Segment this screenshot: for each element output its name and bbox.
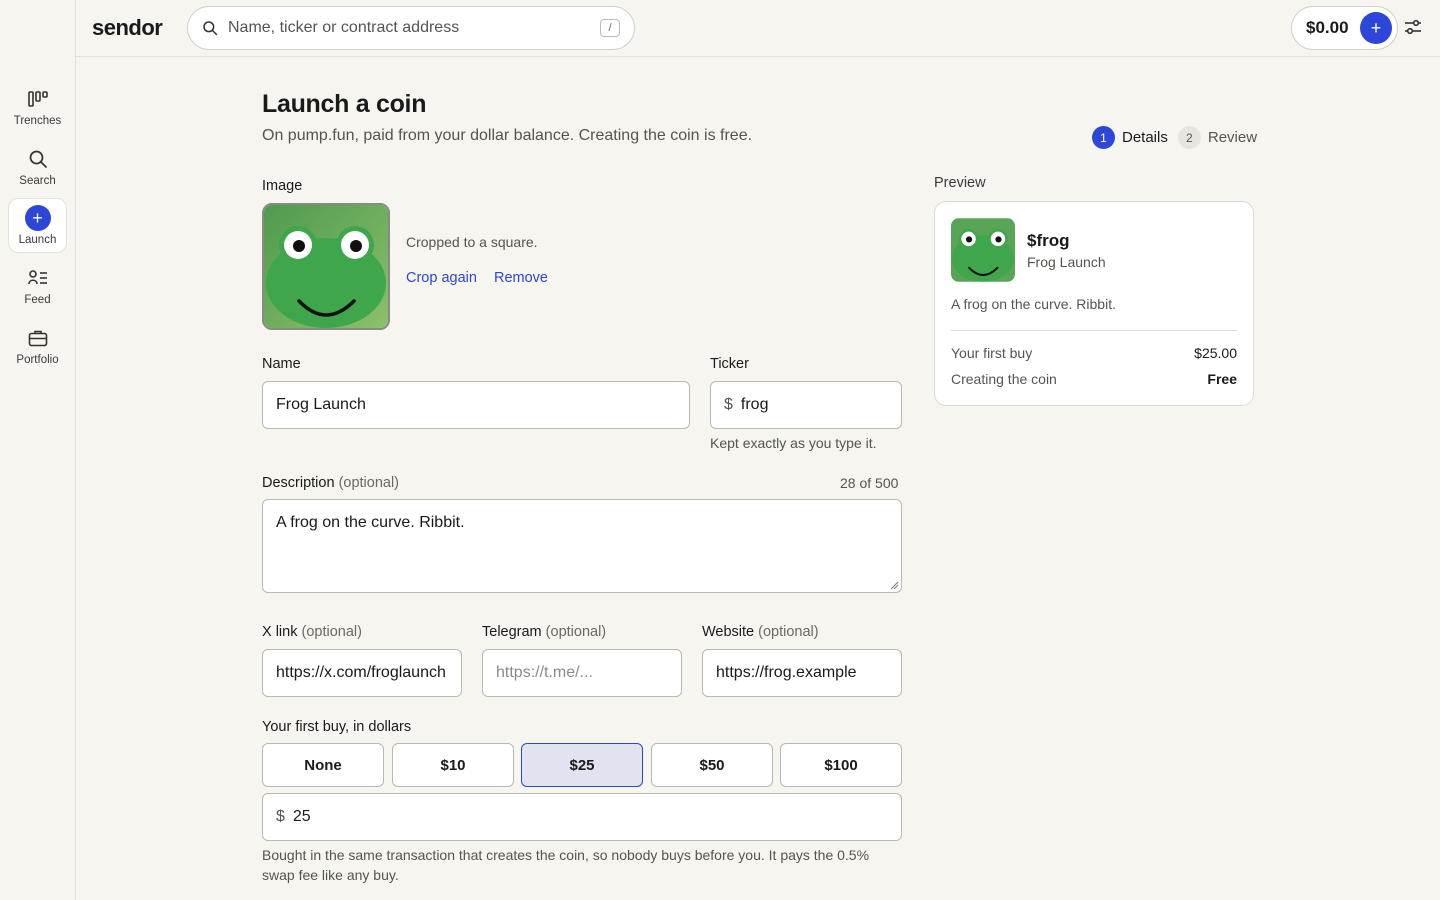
amount-none-button[interactable]: None	[262, 743, 384, 787]
amount-50-button[interactable]: $50	[651, 743, 773, 787]
amount-100-button[interactable]: $100	[780, 743, 902, 787]
amount-prefix: $	[276, 808, 285, 825]
ticker-label: Ticker	[710, 356, 749, 372]
preview-thumbnail	[951, 218, 1015, 282]
optional-tag: (optional)	[758, 624, 819, 640]
settings-sliders-icon[interactable]	[1404, 18, 1424, 38]
ticker-hint: Kept exactly as you type it.	[710, 435, 877, 451]
balance-pill[interactable]: $0.00 +	[1291, 6, 1398, 50]
preview-row-first-buy: Your first buy $25.00	[951, 345, 1237, 361]
ticker-prefix: $	[724, 396, 733, 413]
divider	[951, 330, 1237, 331]
trenches-icon	[25, 86, 51, 112]
step-number: 1	[1092, 126, 1115, 149]
feed-icon	[25, 265, 51, 291]
plus-icon: +	[24, 205, 51, 231]
website-value: https://frog.example	[716, 664, 857, 681]
logo[interactable]: sendor	[92, 15, 163, 41]
telegram-label: Telegram (optional)	[482, 624, 606, 640]
sidebar-item-portfolio[interactable]: Portfolio	[8, 317, 67, 373]
sidebar: Trenches Search + Launch Feed Portfolio	[0, 0, 76, 900]
page-title: Launch a coin	[262, 90, 427, 118]
sidebar-item-feed[interactable]: Feed	[8, 257, 67, 313]
preview-symbol: $frog	[1027, 231, 1070, 250]
preview-row-creation-fee: Creating the coin Free	[951, 371, 1237, 387]
top-bar: sendor Name, ticker or contract address …	[76, 0, 1440, 57]
preview-description: A frog on the curve. Ribbit.	[951, 296, 1116, 312]
balance-amount: $0.00	[1306, 18, 1349, 37]
sidebar-item-launch[interactable]: + Launch	[8, 198, 67, 253]
preview-name: Frog Launch	[1027, 254, 1106, 270]
sidebar-item-label: Portfolio	[16, 353, 59, 366]
amount-10-button[interactable]: $10	[392, 743, 514, 787]
stepper: 1 Details 2 Review	[1092, 126, 1257, 149]
search-icon	[25, 146, 51, 172]
search-icon	[202, 19, 220, 37]
description-value: A frog on the curve. Ribbit.	[276, 514, 465, 531]
sidebar-nav: Trenches Search + Launch Feed Portfolio	[8, 78, 67, 377]
website-label: Website (optional)	[702, 624, 819, 640]
search-input[interactable]: Name, ticker or contract address /	[187, 6, 635, 50]
step-review[interactable]: Review	[1208, 129, 1257, 146]
image-label: Image	[262, 178, 303, 194]
briefcase-icon	[25, 325, 51, 351]
amount-field[interactable]: $ 25	[262, 793, 902, 841]
first-buy-note: Bought in the same transaction that crea…	[262, 847, 870, 863]
ticker-value: frog	[740, 396, 769, 413]
website-field[interactable]: https://frog.example	[702, 649, 902, 697]
x-link-label: X link (optional)	[262, 624, 362, 640]
first-buy-label: Your first buy, in dollars	[262, 719, 412, 735]
row-key: Your first buy	[951, 345, 1033, 361]
sidebar-item-label: Trenches	[13, 114, 62, 127]
name-field[interactable]: Frog Launch	[262, 381, 690, 429]
name-value: Frog Launch	[276, 396, 366, 413]
step-details[interactable]: Details	[1122, 129, 1168, 146]
sidebar-item-search[interactable]: Search	[8, 138, 67, 194]
coin-image[interactable]	[262, 203, 390, 330]
description-label-text: Description	[262, 475, 335, 491]
sidebar-item-label: Launch	[18, 234, 57, 246]
telegram-placeholder: https://t.me/...	[496, 664, 593, 681]
resize-handle-icon[interactable]	[890, 581, 899, 590]
sidebar-item-label: Search	[19, 174, 56, 187]
telegram-field[interactable]: https://t.me/...	[482, 649, 682, 697]
first-buy-note-2: swap fee like any buy.	[262, 867, 399, 883]
row-value: $25.00	[1194, 345, 1237, 361]
crop-note: Cropped to a square.	[406, 234, 538, 250]
website-label-text: Website	[702, 624, 755, 640]
preview-label: Preview	[934, 175, 986, 191]
telegram-label-text: Telegram	[482, 624, 542, 640]
crop-again-link[interactable]: Crop again	[406, 270, 477, 286]
description-textarea[interactable]: A frog on the curve. Ribbit.	[262, 499, 902, 593]
name-label: Name	[262, 356, 301, 372]
page-subtitle: On pump.fun, paid from your dollar balan…	[262, 127, 753, 144]
optional-tag: (optional)	[338, 475, 400, 491]
shortcut-hint: /	[600, 19, 620, 37]
remove-image-link[interactable]: Remove	[494, 270, 548, 286]
preview-card: $frog Frog Launch A frog on the curve. R…	[934, 201, 1254, 406]
description-counter: 28 of 500	[840, 475, 899, 491]
frog-image	[264, 205, 388, 328]
description-label: Description (optional)	[262, 475, 399, 491]
x-link-label-text: X link	[262, 624, 298, 640]
x-link-value: https://x.com/froglaunch	[276, 664, 446, 681]
add-funds-button[interactable]: +	[1360, 12, 1392, 44]
sidebar-item-label: Feed	[24, 293, 51, 306]
step-number: 2	[1177, 126, 1201, 149]
sidebar-item-trenches[interactable]: Trenches	[8, 78, 67, 134]
row-value: Free	[1207, 371, 1237, 387]
search-placeholder: Name, ticker or contract address	[228, 19, 460, 36]
ticker-field[interactable]: $ frog	[710, 381, 902, 429]
x-link-field[interactable]: https://x.com/froglaunch	[262, 649, 462, 697]
amount-value: 25	[292, 808, 311, 825]
row-key: Creating the coin	[951, 371, 1057, 387]
frog-image	[951, 218, 1015, 282]
optional-tag: (optional)	[301, 624, 362, 640]
amount-25-button[interactable]: $25	[521, 743, 643, 787]
optional-tag: (optional)	[545, 624, 607, 640]
